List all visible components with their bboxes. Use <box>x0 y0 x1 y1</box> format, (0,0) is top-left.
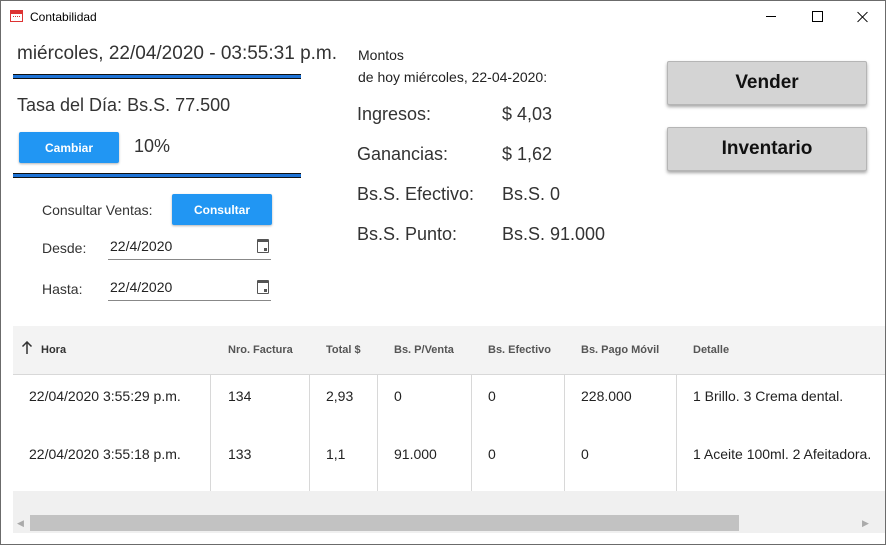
desde-date-picker[interactable]: 22/4/2020 <box>108 235 271 260</box>
percent-value: 10% <box>134 136 171 156</box>
column-header-hora[interactable]: Hora <box>41 344 66 356</box>
sales-table: Hora Nro. Factura Total $ Bs. P/Venta Bs… <box>13 326 885 533</box>
ganancias-value: $ 1,62 <box>502 144 553 164</box>
separator-bottom <box>13 173 301 178</box>
ingresos-label: Ingresos: <box>357 104 432 124</box>
cell-hora[interactable]: 22/04/2020 3:55:29 p.m. <box>29 388 181 404</box>
cell-hora[interactable]: 22/04/2020 3:55:18 p.m. <box>29 446 181 462</box>
hasta-label: Hasta: <box>42 281 83 297</box>
column-header-total[interactable]: Total $ <box>326 344 361 356</box>
hasta-date-value: 22/4/2020 <box>110 279 173 295</box>
table-body: 22/04/2020 3:55:29 p.m. 134 2,93 0 0 228… <box>13 375 885 491</box>
column-header-factura[interactable]: Nro. Factura <box>228 344 293 356</box>
minimize-icon <box>766 16 776 17</box>
title-bar[interactable]: Contabilidad <box>1 1 885 32</box>
table-header: Hora Nro. Factura Total $ Bs. P/Venta Bs… <box>13 326 885 375</box>
arrow-up-icon[interactable] <box>21 341 33 355</box>
cell-pago-movil[interactable]: 228.000 <box>581 388 632 404</box>
column-header-pago-movil[interactable]: Bs. Pago Móvil <box>581 344 659 356</box>
current-datetime: miércoles, 22/04/2020 - 03:55:31 p.m. <box>17 43 338 64</box>
cell-pventa[interactable]: 0 <box>394 388 402 404</box>
desde-label: Desde: <box>42 240 87 256</box>
montos-date: de hoy miércoles, 22-04-2020: <box>358 69 548 85</box>
cell-factura[interactable]: 134 <box>228 388 251 404</box>
maximize-button[interactable] <box>794 1 840 32</box>
close-icon <box>857 11 869 23</box>
scrollbar-thumb[interactable] <box>30 515 739 531</box>
exchange-rate-value: Bs.S. 77.500 <box>127 95 231 115</box>
consultar-button[interactable]: Consultar <box>172 194 272 225</box>
exchange-rate-label: Tasa del Día: <box>17 95 123 115</box>
calendar-icon[interactable] <box>257 280 269 294</box>
punto-value: Bs.S. 91.000 <box>502 224 606 244</box>
ingresos-value: $ 4,03 <box>502 104 553 124</box>
column-divider <box>309 375 310 491</box>
cell-detalle[interactable]: 1 Aceite 100ml. 2 Afeitadora. <box>693 446 871 462</box>
consultar-ventas-label: Consultar Ventas: <box>42 202 153 218</box>
cambiar-button[interactable]: Cambiar <box>19 132 119 163</box>
scroll-left-icon[interactable]: ◀ <box>17 518 24 529</box>
cell-detalle[interactable]: 1 Brillo. 3 Crema dental. <box>693 388 843 404</box>
maximize-icon <box>811 11 823 22</box>
column-divider <box>564 375 565 491</box>
column-header-pventa[interactable]: Bs. P/Venta <box>394 344 454 356</box>
cell-factura[interactable]: 133 <box>228 446 251 462</box>
separator-top <box>13 74 301 79</box>
cell-total[interactable]: 2,93 <box>326 388 353 404</box>
cell-efectivo[interactable]: 0 <box>488 446 496 462</box>
calendar-app-icon <box>10 10 23 22</box>
efectivo-value: Bs.S. 0 <box>502 184 561 204</box>
efectivo-label: Bs.S. Efectivo: <box>357 184 475 204</box>
cell-pventa[interactable]: 91.000 <box>394 446 437 462</box>
minimize-button[interactable] <box>748 1 794 32</box>
app-window: Contabilidad miércoles, 22/04/2020 - 03:… <box>0 0 886 545</box>
ganancias-label: Ganancias: <box>357 144 449 164</box>
cell-total[interactable]: 1,1 <box>326 446 345 462</box>
vender-button[interactable]: Vender <box>667 61 867 105</box>
desde-date-value: 22/4/2020 <box>110 238 173 254</box>
column-divider <box>377 375 378 491</box>
column-header-detalle[interactable]: Detalle <box>693 344 729 356</box>
exchange-rate: Tasa del Día: Bs.S. 77.500 <box>17 95 230 116</box>
montos-header: Montos de hoy miércoles, 22-04-2020: <box>358 44 547 88</box>
calendar-icon[interactable] <box>257 239 269 253</box>
montos-title: Montos <box>358 47 404 63</box>
window-title: Contabilidad <box>30 10 97 24</box>
inventario-button[interactable]: Inventario <box>667 127 867 171</box>
horizontal-scrollbar[interactable]: ◀ ▶ <box>13 513 885 533</box>
cell-pago-movil[interactable]: 0 <box>581 446 589 462</box>
punto-label: Bs.S. Punto: <box>357 224 458 244</box>
column-divider <box>676 375 677 491</box>
scroll-right-icon[interactable]: ▶ <box>862 518 869 529</box>
cell-efectivo[interactable]: 0 <box>488 388 496 404</box>
column-header-efectivo[interactable]: Bs. Efectivo <box>488 344 551 356</box>
close-button[interactable] <box>840 1 885 32</box>
hasta-date-picker[interactable]: 22/4/2020 <box>108 276 271 301</box>
column-divider <box>471 375 472 491</box>
column-divider <box>210 375 211 491</box>
